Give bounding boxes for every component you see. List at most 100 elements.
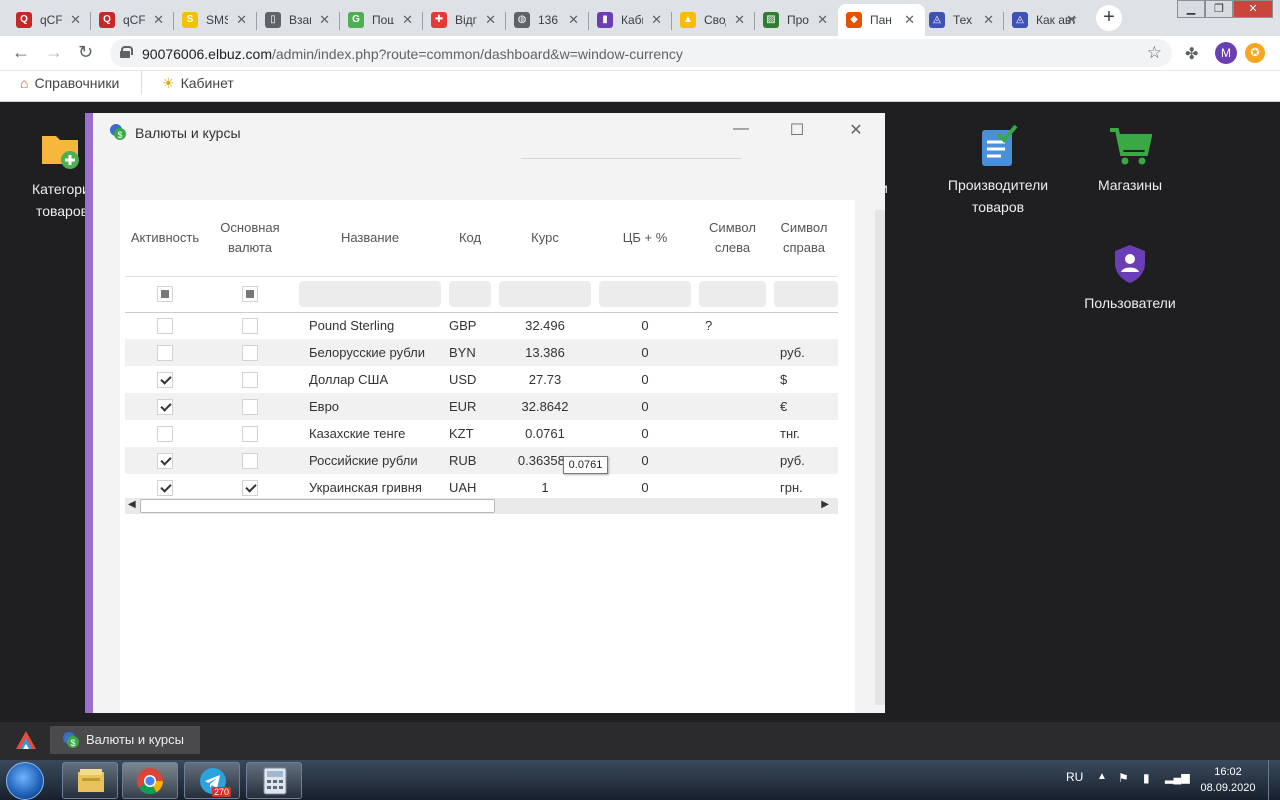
minimize-window-button[interactable]: ▁	[1177, 0, 1205, 18]
close-window-button[interactable]: ✕	[1233, 0, 1273, 18]
cell-code[interactable]: BYN	[445, 339, 495, 366]
active-checkbox[interactable]	[157, 479, 173, 496]
tab-close-icon[interactable]: ✕	[568, 12, 579, 28]
cell-name[interactable]: Российские рубли	[295, 447, 445, 474]
column-header-main[interactable]: Основная валюта	[205, 200, 295, 277]
cell-sym-left[interactable]	[695, 420, 770, 447]
column-header-cb[interactable]: ЦБ + %	[595, 200, 695, 277]
cell-cb[interactable]: 0	[595, 393, 695, 420]
admin-menu-cabinet[interactable]: ☀ Кабинет	[142, 71, 254, 95]
table-row[interactable]: Украинская гривня UAH 1 0 грн.	[125, 474, 838, 501]
desktop-icon-shops[interactable]: Магазины	[1070, 124, 1190, 196]
active-checkbox[interactable]	[157, 452, 173, 469]
profile-avatar[interactable]: M	[1215, 42, 1237, 64]
cell-sym-left[interactable]	[695, 447, 770, 474]
tab-close-icon[interactable]: ✕	[153, 12, 164, 28]
table-row[interactable]: Евро EUR 32.8642 0 €	[125, 393, 838, 420]
cell-rate[interactable]: 1	[495, 474, 595, 501]
active-checkbox[interactable]	[157, 344, 173, 361]
cell-name[interactable]: Евро	[295, 393, 445, 420]
filter-symbol-right-input[interactable]	[774, 281, 838, 307]
browser-tab[interactable]: ◆ Пан ✕	[838, 4, 925, 36]
action-center-flag-icon[interactable]: ⚑	[1118, 771, 1129, 785]
browser-tab[interactable]: S SMS ✕	[174, 4, 257, 36]
tab-close-icon[interactable]: ✕	[983, 12, 994, 28]
column-header-code[interactable]: Код	[445, 200, 495, 277]
filter-symbol-left-input[interactable]	[699, 281, 766, 307]
cell-code[interactable]: GBP	[445, 312, 495, 339]
reload-icon[interactable]: ↻	[78, 43, 93, 61]
tab-close-icon[interactable]: ✕	[236, 12, 247, 28]
table-row[interactable]: Российские рубли RUB 0.363588 0 руб.	[125, 447, 838, 474]
filter-rate-input[interactable]	[499, 281, 591, 307]
restore-window-button[interactable]: ❐	[1205, 0, 1233, 18]
table-row[interactable]: Pound Sterling GBP 32.496 0?	[125, 312, 838, 339]
filter-code-input[interactable]	[449, 281, 491, 307]
show-desktop-button[interactable]	[1268, 760, 1280, 800]
browser-tab[interactable]: G Пошаговое ✕	[340, 4, 423, 36]
main-currency-checkbox[interactable]	[242, 371, 258, 388]
cell-sym-left[interactable]	[695, 339, 770, 366]
filter-active-checkbox[interactable]	[157, 286, 173, 302]
scroll-left-icon[interactable]: ◀	[128, 499, 136, 510]
signal-icon[interactable]: ▂▄▆	[1165, 771, 1190, 784]
cell-sym-left[interactable]	[695, 474, 770, 501]
column-header-sym_left[interactable]: Символ слева	[695, 200, 770, 277]
taskbar-chrome-button[interactable]	[122, 762, 178, 799]
taskbar-telegram-button[interactable]: 270	[184, 762, 240, 799]
address-url[interactable]: 90076006.elbuz.com/admin/index.php?route…	[142, 46, 683, 62]
cell-name[interactable]: Казахские тенге	[295, 420, 445, 447]
cell-sym-right[interactable]: €	[770, 393, 838, 420]
horizontal-scrollbar[interactable]: ◀ ▶	[125, 498, 838, 514]
tray-expand-icon[interactable]: ▲	[1097, 771, 1107, 782]
cell-sym-right[interactable]: $	[770, 366, 838, 393]
tab-close-icon[interactable]: ✕	[734, 12, 745, 28]
cell-code[interactable]: KZT	[445, 420, 495, 447]
browser-tab[interactable]: QqCF ✕	[91, 4, 174, 36]
admin-menu-directories[interactable]: ⌂ Справочники	[0, 71, 139, 95]
app-menu-logo-icon[interactable]	[14, 729, 38, 754]
cell-rate[interactable]: 32.496	[495, 312, 595, 339]
browser-tab[interactable]: ▯ Взаимодействие ✕	[257, 4, 340, 36]
browser-tab[interactable]: ▮ Кабинет ✕	[589, 4, 672, 36]
filter-main-checkbox[interactable]	[242, 286, 258, 302]
column-header-active[interactable]: Активность	[125, 200, 205, 277]
cell-name[interactable]: Pound Sterling	[295, 312, 445, 339]
cell-name[interactable]: Белорусские рубли	[295, 339, 445, 366]
column-header-name[interactable]: Название	[295, 200, 445, 277]
main-currency-checkbox[interactable]	[242, 398, 258, 415]
main-currency-checkbox[interactable]	[242, 344, 258, 361]
cell-name[interactable]: Украинская гривня	[295, 474, 445, 501]
taskbar-window-currency[interactable]: $ Валюты и курсы	[50, 726, 200, 754]
forward-arrow-icon[interactable]: →	[45, 43, 63, 61]
desktop-icon-manufacturers[interactable]: Производители товаров	[938, 124, 1058, 218]
taskbar-explorer-button[interactable]	[62, 762, 118, 799]
cell-sym-right[interactable]: грн.	[770, 474, 838, 501]
cell-cb[interactable]: 0	[595, 447, 695, 474]
tab-close-icon[interactable]: ✕	[402, 12, 413, 28]
window-vertical-scrollbar[interactable]	[875, 210, 885, 705]
browser-tab[interactable]: ▨ Промо ✕	[755, 4, 838, 36]
cell-sym-right[interactable]: тнг.	[770, 420, 838, 447]
active-checkbox[interactable]	[157, 371, 173, 388]
main-currency-checkbox[interactable]	[242, 425, 258, 442]
cell-cb[interactable]: 0	[595, 312, 695, 339]
cell-sym-left[interactable]: ?	[695, 312, 770, 339]
cell-sym-left[interactable]	[695, 393, 770, 420]
window-close-button[interactable]: ✕	[844, 120, 868, 140]
active-checkbox[interactable]	[157, 398, 173, 415]
tab-close-icon[interactable]: ✕	[904, 12, 915, 28]
cell-sym-right[interactable]	[770, 312, 838, 339]
desktop-icon-users[interactable]: Пользователи	[1070, 242, 1190, 314]
cell-name[interactable]: Доллар США	[295, 366, 445, 393]
table-row[interactable]: Белорусские рубли BYN 13.386 0 руб.	[125, 339, 838, 366]
scroll-right-icon[interactable]: ▶	[821, 499, 829, 510]
bookmark-star-icon[interactable]: ☆	[1147, 43, 1162, 63]
system-clock[interactable]: 16:02 08.09.2020	[1200, 764, 1256, 796]
language-indicator[interactable]: RU	[1066, 770, 1083, 784]
browser-tab[interactable]: ◍ 136 ✕	[506, 4, 589, 36]
cell-sym-left[interactable]	[695, 366, 770, 393]
cell-code[interactable]: USD	[445, 366, 495, 393]
tab-close-icon[interactable]: ✕	[1066, 12, 1077, 28]
tab-close-icon[interactable]: ✕	[485, 12, 496, 28]
